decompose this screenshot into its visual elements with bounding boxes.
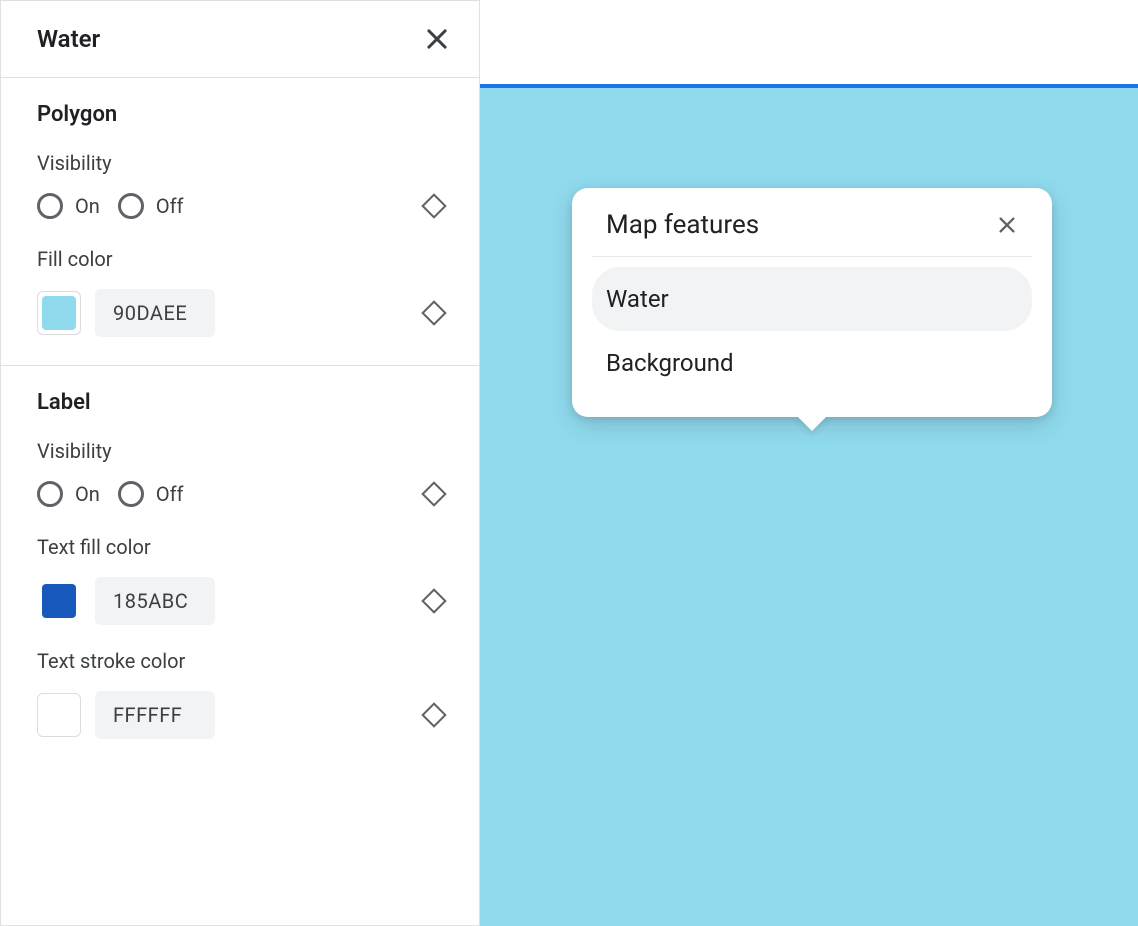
popup-title: Map features <box>606 210 759 240</box>
polygon-fill-color-hex[interactable]: 90DAEE <box>95 289 215 337</box>
text-fill-color-hex[interactable]: 185ABC <box>95 577 215 625</box>
radio-off-label: Off <box>156 194 184 218</box>
polygon-visibility-radios: On Off <box>37 193 183 219</box>
radio-icon <box>37 193 63 219</box>
popup-header: Map features <box>592 210 1032 257</box>
text-stroke-color-controls: FFFFFF <box>37 691 215 739</box>
text-fill-color-controls: 185ABC <box>37 577 215 625</box>
polygon-visibility-label: Visibility <box>37 151 443 175</box>
close-icon[interactable] <box>423 25 451 53</box>
label-visibility-row: On Off <box>37 481 443 507</box>
reset-diamond-icon[interactable] <box>421 193 446 218</box>
text-stroke-color-label: Text stroke color <box>37 649 443 673</box>
color-swatch-icon <box>42 698 76 732</box>
color-swatch-icon <box>42 584 76 618</box>
close-icon[interactable] <box>996 214 1018 236</box>
popup-item-background[interactable]: Background <box>592 331 1032 395</box>
map-area: Map features Water Background <box>480 0 1138 926</box>
label-visibility-radios: On Off <box>37 481 183 507</box>
map-features-popup: Map features Water Background <box>572 188 1052 417</box>
reset-diamond-icon[interactable] <box>421 481 446 506</box>
popup-item-water[interactable]: Water <box>592 267 1032 331</box>
polygon-fill-color-row: 90DAEE <box>37 289 443 337</box>
style-sidebar: Water Polygon Visibility On Off Fill col… <box>0 0 480 926</box>
section-label: Label Visibility On Off Text fill color <box>1 366 479 767</box>
radio-off-label: Off <box>156 482 184 506</box>
text-stroke-color-swatch[interactable] <box>37 693 81 737</box>
text-stroke-color-row: FFFFFF <box>37 691 443 739</box>
text-fill-color-swatch[interactable] <box>37 579 81 623</box>
radio-on-label: On <box>75 194 100 218</box>
reset-diamond-icon[interactable] <box>421 300 446 325</box>
radio-on-label: On <box>75 482 100 506</box>
text-fill-color-row: 185ABC <box>37 577 443 625</box>
text-stroke-color-hex[interactable]: FFFFFF <box>95 691 215 739</box>
reset-diamond-icon[interactable] <box>421 588 446 613</box>
reset-diamond-icon[interactable] <box>421 702 446 727</box>
radio-icon <box>118 193 144 219</box>
panel-title: Water <box>37 25 100 53</box>
polygon-fill-color-controls: 90DAEE <box>37 289 215 337</box>
section-label-title: Label <box>37 390 443 415</box>
section-polygon-title: Polygon <box>37 102 443 127</box>
color-swatch-icon <box>42 296 76 330</box>
label-visibility-label: Visibility <box>37 439 443 463</box>
polygon-visibility-off[interactable]: Off <box>118 193 184 219</box>
text-fill-color-label: Text fill color <box>37 535 443 559</box>
section-polygon: Polygon Visibility On Off Fill color <box>1 78 479 366</box>
radio-icon <box>37 481 63 507</box>
label-visibility-off[interactable]: Off <box>118 481 184 507</box>
map-canvas[interactable]: Map features Water Background <box>480 88 1138 926</box>
map-topbar <box>480 0 1138 88</box>
radio-icon <box>118 481 144 507</box>
polygon-visibility-on[interactable]: On <box>37 193 100 219</box>
polygon-fill-color-label: Fill color <box>37 247 443 271</box>
polygon-fill-color-swatch[interactable] <box>37 291 81 335</box>
sidebar-header: Water <box>1 1 479 78</box>
polygon-visibility-row: On Off <box>37 193 443 219</box>
label-visibility-on[interactable]: On <box>37 481 100 507</box>
